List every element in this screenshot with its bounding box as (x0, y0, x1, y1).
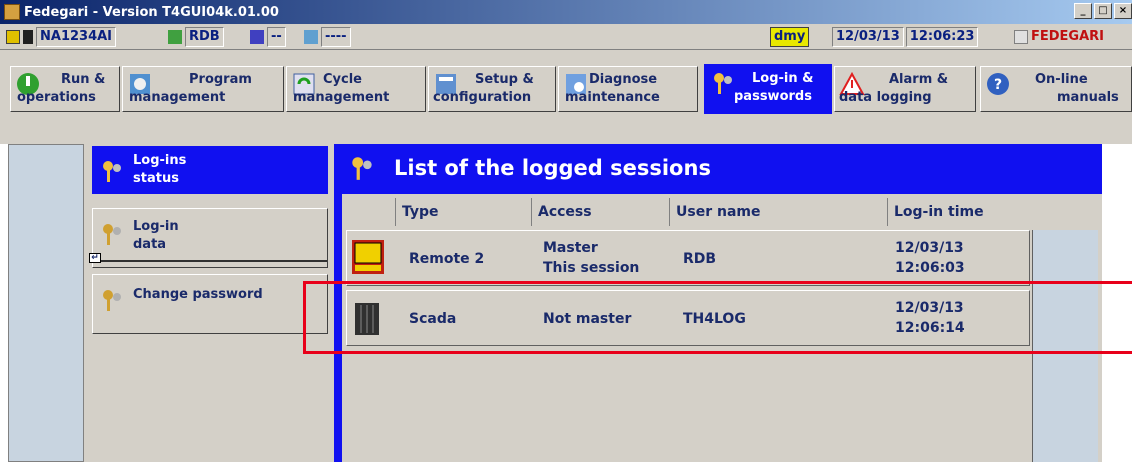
session-user: RDB (683, 251, 717, 267)
tab-login-passwords[interactable]: Log-in & passwords (704, 64, 832, 114)
panel-divider (334, 144, 342, 462)
nav-login-data[interactable]: Log-in data ↵ (89, 208, 328, 268)
minimize-button[interactable]: _ (1074, 3, 1092, 19)
datetime: 12/03/13 12:06:23 (832, 27, 979, 47)
session-date: 12/03/13 (895, 300, 964, 316)
close-button[interactable]: × (1114, 3, 1132, 19)
tab-run-operations[interactable]: Run & operations (10, 66, 120, 112)
column-header-user: User name (670, 198, 888, 226)
nav-change-password[interactable]: Change password (92, 274, 328, 334)
help-icon: ? (987, 73, 1009, 95)
timer-value: -- (267, 27, 286, 47)
keys-icon (103, 290, 121, 311)
tab-cycle-management[interactable]: Cycle management (286, 66, 426, 112)
session-row[interactable]: Remote 2 Master This session RDB 12/03/1… (346, 230, 1030, 286)
user-status: RDB (168, 27, 224, 47)
app-icon (4, 4, 20, 20)
date-format: dmy (770, 27, 810, 47)
main-tabs: Run & operations Program management Cycl… (0, 50, 1132, 144)
title-bar: Fedegari - Version T4GUI04k.01.00 _ □ × (0, 0, 1132, 24)
session-row[interactable]: Scada Not master TH4LOG 12/03/13 12:06:1… (346, 290, 1030, 346)
session-access: Not master (543, 311, 632, 327)
keys-icon (714, 73, 732, 94)
tab-diagnose-maintenance[interactable]: Diagnose maintenance (558, 66, 698, 112)
door-icon (23, 30, 33, 44)
session-type: Remote 2 (409, 251, 485, 267)
window-controls: _ □ × (1074, 3, 1132, 19)
current-user: RDB (185, 27, 224, 47)
section-header: List of the logged sessions (342, 144, 1102, 194)
user-icon (168, 30, 182, 44)
session-access-note: This session (543, 260, 640, 276)
date-format-value: dmy (770, 27, 810, 47)
session-type: Scada (409, 311, 457, 327)
column-header-type: Type (396, 198, 532, 226)
monitor-icon (352, 240, 384, 274)
column-header-login-time: Log-in time (894, 204, 984, 220)
tab-program-management[interactable]: Program management (122, 66, 284, 112)
keys-icon (103, 224, 121, 245)
status-bar: NA1234AI RDB -- ---- dmy 12/03/13 12:06:… (0, 24, 1132, 50)
login-nav-panel: Log-ins status Log-in data ↵ Change pass… (84, 144, 334, 462)
maximize-button[interactable]: □ (1094, 3, 1112, 19)
current-date: 12/03/13 (832, 27, 904, 47)
enter-icon: ↵ (89, 253, 101, 263)
sessions-area: Type Access User name Log-in time Remote… (342, 194, 1102, 462)
keys-icon (352, 157, 372, 180)
machine-status: NA1234AI (6, 27, 117, 47)
counter-value: ---- (321, 27, 351, 47)
session-time: 12:06:14 (895, 320, 965, 336)
tab-setup-configuration[interactable]: Setup & configuration (428, 66, 556, 112)
column-header-access: Access (532, 198, 670, 226)
session-access: Master (543, 240, 598, 256)
session-time: 12:06:03 (895, 260, 965, 276)
session-user: TH4LOG (683, 311, 746, 327)
tab-alarm-data-logging[interactable]: Alarm & data logging (834, 66, 976, 112)
window-title: Fedegari - Version T4GUI04k.01.00 (24, 4, 279, 20)
table-side-panel (1032, 230, 1098, 462)
machine-icon (6, 30, 20, 44)
column-header-icon (346, 198, 396, 226)
session-date: 12/03/13 (895, 240, 964, 256)
divider (101, 260, 327, 262)
tab-online-manuals[interactable]: ? On-line manuals (980, 66, 1132, 112)
logo-icon (1014, 30, 1028, 44)
counter-icon (304, 30, 318, 44)
svg-text:?: ? (994, 77, 1002, 93)
brand-name: FEDEGARI (1031, 29, 1105, 44)
current-time: 12:06:23 (905, 27, 979, 47)
brand-logo: FEDEGARI (1014, 27, 1132, 47)
keys-icon (103, 161, 121, 182)
counter-status: ---- (304, 27, 351, 47)
page-title: List of the logged sessions (394, 156, 711, 180)
nav-logins-status[interactable]: Log-ins status (92, 146, 328, 194)
hourglass-icon (250, 30, 264, 44)
machine-id: NA1234AI (36, 27, 117, 47)
timer-status: -- (250, 27, 286, 47)
server-icon (355, 303, 379, 335)
left-strip (8, 144, 84, 462)
